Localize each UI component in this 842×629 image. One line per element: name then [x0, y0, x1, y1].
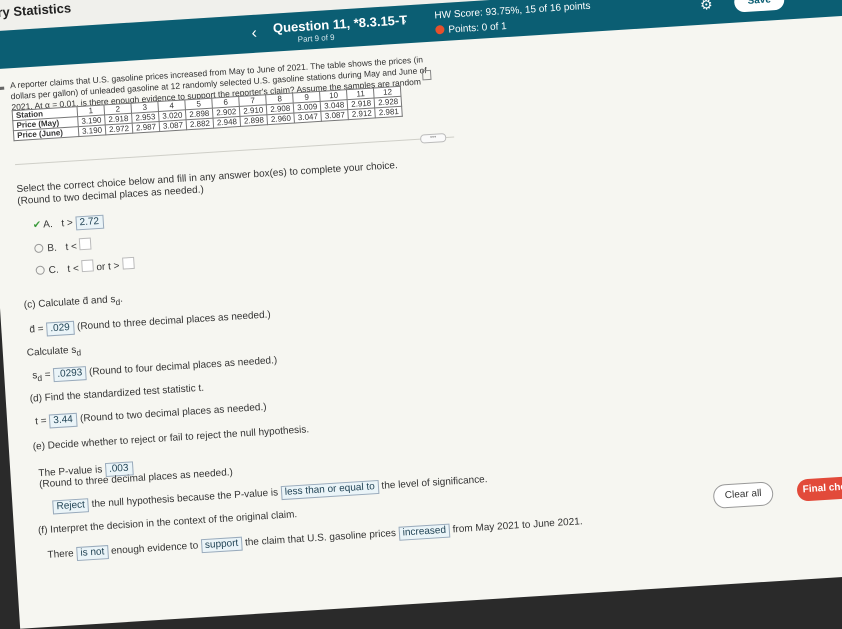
table-cell: 3.087: [159, 119, 187, 132]
table-cell: 2.898: [240, 114, 268, 127]
t-label: t =: [34, 415, 47, 428]
t-row: t = 3.44 (Round to two decimal places as…: [35, 401, 267, 430]
option-c-input-1[interactable]: [81, 259, 94, 273]
parte-prompt: (e) Decide whether to reject or fail to …: [32, 424, 310, 453]
question-part: Part 9 of 9: [297, 32, 335, 45]
option-a-letter: A.: [42, 218, 54, 231]
direction-select[interactable]: increased: [398, 523, 451, 541]
expand-handle[interactable]: •••: [419, 133, 447, 144]
option-c-letter: C.: [48, 264, 60, 277]
points-text: Points: 0 of 1: [448, 21, 508, 36]
option-a-text: t >: [61, 217, 74, 230]
final-check-button[interactable]: Final check: [796, 475, 842, 502]
table-cell: 2.960: [267, 113, 295, 125]
table-cell: 2.987: [132, 121, 160, 134]
is-not-select[interactable]: is not: [76, 545, 109, 562]
option-c-mid: or t >: [96, 260, 120, 274]
option-b-text: t <: [65, 241, 78, 254]
comparison-select[interactable]: less than or equal to: [280, 479, 380, 501]
radio-button[interactable]: [34, 243, 44, 254]
table-cell: 2.972: [105, 123, 133, 135]
radio-button[interactable]: [35, 265, 45, 276]
calc-sd-sub: d: [76, 347, 82, 358]
option-b[interactable]: B. t <: [34, 237, 92, 256]
table-cell: 3.047: [294, 111, 322, 124]
option-b-letter: B.: [47, 242, 58, 255]
option-a-answer[interactable]: 2.72: [75, 214, 105, 231]
period-text: from May 2021 to June 2021.: [452, 516, 583, 536]
claim-text: the claim that U.S. gasoline prices: [244, 527, 397, 549]
check-icon: ✔: [32, 219, 42, 232]
reason-end: the level of significance.: [381, 474, 488, 492]
dbar-note: (Round to three decimal places as needed…: [76, 309, 272, 333]
table-cell: 2.882: [186, 118, 214, 130]
there-text: There: [47, 548, 75, 561]
sd-note: (Round to four decimal places as needed.…: [88, 355, 278, 378]
app-title: ry Statistics: [0, 0, 72, 20]
clear-all-button[interactable]: Clear all: [712, 481, 774, 509]
decision-select[interactable]: Reject: [52, 498, 90, 515]
calc-sd: Calculate sd: [27, 344, 82, 360]
points-icon: [435, 24, 445, 35]
partc-prompt-end: .: [119, 293, 124, 305]
dbar-row: d̄ = .029 (Round to three decimal places…: [29, 308, 271, 337]
sd-label-sub: d: [37, 372, 43, 384]
partc-prompt: (c) Calculate d̄ and sd.: [24, 294, 124, 313]
table-cell: 3.190: [78, 124, 106, 137]
chevron-right-icon[interactable]: ›: [402, 15, 406, 27]
copy-table-icon[interactable]: [421, 69, 432, 81]
partb-instruction: Select the correct choice below and fill…: [16, 160, 399, 196]
points-status: Points: 0 of 1: [435, 21, 507, 36]
table-cell: 2.912: [348, 107, 376, 120]
dbar-answer[interactable]: .029: [45, 320, 75, 337]
dbar-label: d̄ =: [29, 323, 44, 336]
hw-score: HW Score: 93.75%, 15 of 16 points: [434, 0, 591, 22]
t-note: (Round to two decimal places as needed.): [79, 401, 267, 425]
table-cell: 2.948: [213, 116, 241, 129]
partf-prompt: (f) Interpret the decision in the contex…: [37, 509, 298, 537]
support-select[interactable]: support: [200, 536, 243, 554]
reason-start: the null hypothesis because the P-value …: [91, 487, 279, 510]
menu-icon[interactable]: [0, 86, 5, 91]
calc-sd-text: Calculate s: [26, 344, 77, 359]
option-a[interactable]: ✔A. t > 2.72: [32, 214, 105, 233]
sd-answer[interactable]: .0293: [52, 366, 87, 383]
question-title: Question 11, *8.3.15-T: [272, 12, 408, 36]
table-cell: 2.981: [375, 106, 403, 118]
sd-row: sd = .0293 (Round to four decimal places…: [31, 355, 278, 384]
save-button[interactable]: Save: [733, 0, 785, 13]
option-b-input[interactable]: [79, 237, 92, 251]
enough-text: enough evidence to: [110, 540, 199, 557]
partc-prompt-text: (c) Calculate d̄ and s: [23, 294, 116, 311]
partd-prompt: (d) Find the standardized test statistic…: [29, 382, 205, 405]
t-answer[interactable]: 3.44: [48, 412, 78, 429]
chevron-left-icon[interactable]: ‹: [245, 24, 264, 43]
gear-icon[interactable]: ⚙: [698, 0, 715, 13]
table-cell: 3.087: [321, 109, 349, 122]
option-c[interactable]: C. t < or t >: [35, 256, 135, 277]
option-c-input-2[interactable]: [121, 256, 135, 270]
option-c-text: t <: [67, 263, 80, 276]
screen: ry Statistics ‹ Question 11, *8.3.15-T P…: [0, 0, 842, 629]
